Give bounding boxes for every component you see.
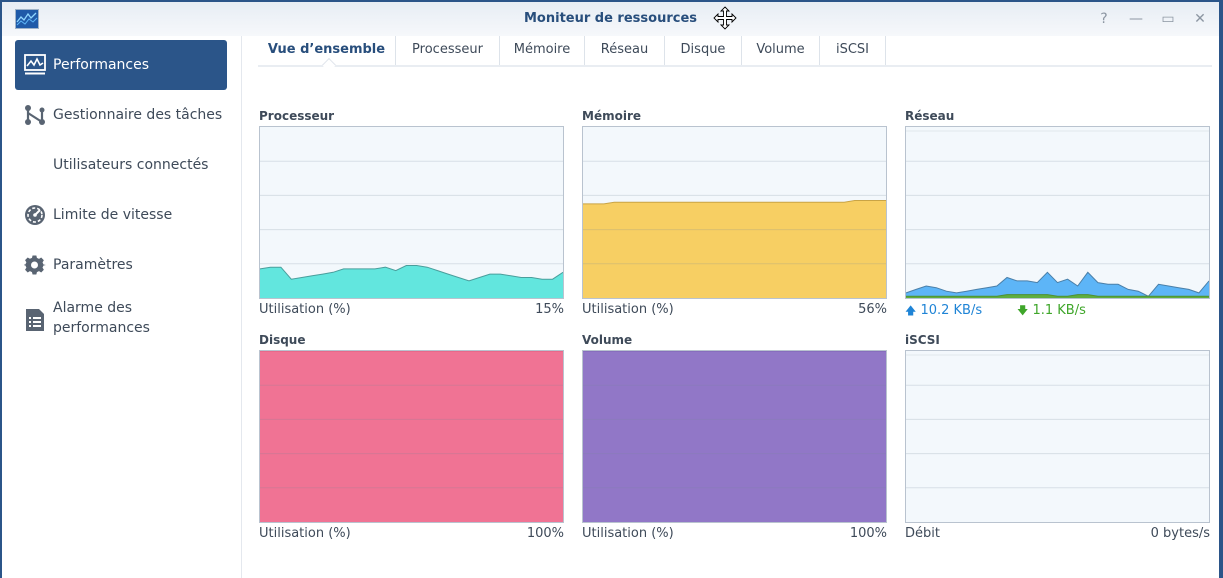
help-button[interactable]: ? (1095, 10, 1113, 28)
sidebar-item-settings[interactable]: Paramètres (15, 240, 227, 290)
panel-title: Réseau (905, 109, 955, 123)
title-bar[interactable]: Moniteur de ressources ? — ▭ ✕ (2, 2, 1219, 36)
download-rate: 1.1 KB/s (1032, 303, 1086, 318)
download-arrow-icon: 🡇 (1017, 304, 1029, 317)
sidebar-item-label: Gestionnaire des tâches (53, 107, 223, 123)
tab-network[interactable]: Réseau (585, 36, 665, 65)
iscsi-panel[interactable]: iSCSI Débit 0 bytes/s (905, 332, 1210, 546)
memory-panel[interactable]: Mémoire Utilisation (%) 56% (582, 108, 887, 322)
sidebar-item-speed-limit[interactable]: Limite de vitesse (15, 190, 227, 240)
cpu-panel[interactable]: Processeur Utilisation (%) 15% (259, 108, 564, 322)
panel-title: Mémoire (582, 109, 641, 123)
document-list-icon (23, 308, 47, 332)
cpu-value: 15% (535, 302, 564, 317)
disk-area (260, 351, 563, 522)
cpu-area (260, 265, 563, 298)
network-panel[interactable]: Réseau 🡅 10.2 KB/s 🡇 1.1 KB/s (905, 108, 1210, 322)
upload-arrow-icon: 🡅 (905, 304, 917, 317)
minimize-button[interactable]: — (1127, 10, 1145, 28)
sidebar-item-connected-users[interactable]: Utilisateurs connectés (15, 140, 227, 190)
panel-title: Disque (259, 333, 306, 347)
sidebar-item-task-manager[interactable]: Gestionnaire des tâches (15, 90, 227, 140)
upload-rate: 10.2 KB/s (920, 303, 983, 318)
footer-label: Débit (905, 526, 940, 541)
resource-monitor-window: Moniteur de ressources ? — ▭ ✕ Performan… (2, 2, 1219, 578)
sidebar-item-performances[interactable]: Performances (15, 40, 227, 90)
speedometer-icon (23, 203, 47, 227)
sidebar-item-performance-alarm[interactable]: Alarme des performances (15, 290, 227, 350)
task-manager-icon (23, 103, 47, 127)
gear-icon (23, 253, 47, 277)
performance-chart-icon (23, 53, 47, 77)
network-download: 🡇 1.1 KB/s (1017, 302, 1086, 321)
minimize-icon: — (1129, 11, 1143, 27)
memory-area (583, 200, 886, 298)
network-chart (905, 126, 1210, 299)
disk-chart (259, 350, 564, 523)
sidebar-item-label: Limite de vitesse (53, 207, 173, 223)
tab-bar: Vue d’ensemble Processeur Mémoire Réseau… (258, 36, 1212, 73)
move-cursor-icon (713, 6, 737, 30)
footer-label: Utilisation (%) (259, 526, 351, 541)
volume-chart (582, 350, 887, 523)
volume-panel[interactable]: Volume Utilisation (%) 100% (582, 332, 887, 546)
maximize-button[interactable]: ▭ (1159, 10, 1177, 28)
tab-disk[interactable]: Disque (665, 36, 742, 65)
cpu-chart (259, 126, 564, 299)
window-title: Moniteur de ressources (523, 11, 697, 26)
sidebar-item-label: Performances (53, 57, 150, 73)
panel-title: iSCSI (905, 333, 940, 347)
tab-volume[interactable]: Volume (742, 36, 820, 65)
disk-panel[interactable]: Disque Utilisation (%) 100% (259, 332, 564, 546)
footer-label: Utilisation (%) (582, 302, 674, 317)
disk-value: 100% (526, 526, 564, 541)
sidebar-item-label: Paramètres (53, 257, 133, 273)
memory-value: 56% (858, 302, 887, 317)
sidebar-item-label: Utilisateurs connectés (53, 157, 209, 173)
sidebar-item-label: Alarme des performances (53, 300, 150, 336)
footer-label: Utilisation (%) (259, 302, 351, 317)
volume-value: 100% (849, 526, 887, 541)
iscsi-chart (905, 350, 1210, 523)
panel-title: Processeur (259, 109, 335, 123)
footer-label: Utilisation (%) (582, 526, 674, 541)
memory-chart (582, 126, 887, 299)
tab-memory[interactable]: Mémoire (500, 36, 585, 65)
close-icon: ✕ (1194, 11, 1206, 27)
volume-area (583, 351, 886, 522)
tab-processor[interactable]: Processeur (396, 36, 500, 65)
sidebar: Performances Gestionnaire des tâches Uti… (2, 36, 242, 578)
help-icon: ? (1100, 11, 1108, 27)
close-button[interactable]: ✕ (1191, 10, 1209, 28)
maximize-icon: ▭ (1161, 11, 1175, 27)
network-upload: 🡅 10.2 KB/s (905, 302, 982, 321)
iscsi-value: 0 bytes/s (1150, 526, 1210, 541)
tab-iscsi[interactable]: iSCSI (820, 36, 886, 65)
panel-title: Volume (582, 333, 633, 347)
